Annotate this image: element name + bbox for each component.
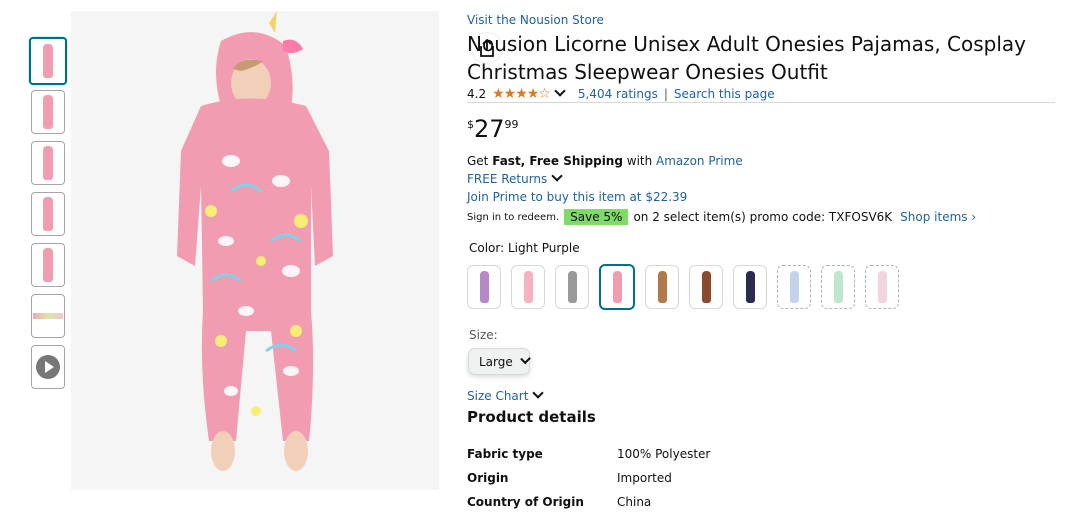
details-value: Imported — [617, 471, 672, 485]
details-key: Fabric type — [467, 447, 543, 461]
thumbnail-image — [43, 197, 53, 231]
details-row: Country of Origin China — [467, 490, 710, 514]
chevron-down-icon — [519, 353, 531, 364]
thumbnail-image — [43, 146, 53, 180]
thumbnail-image — [43, 44, 53, 78]
swatch-image — [745, 271, 755, 303]
thumbnail-image — [33, 313, 63, 319]
thumbnail-image — [43, 95, 53, 129]
join-prime: Join Prime to buy this item at $22.39 — [467, 190, 687, 204]
swatch-purple-stripe[interactable] — [467, 265, 501, 309]
size-dropdown[interactable]: Large — [468, 348, 531, 375]
chevron-down-icon[interactable] — [551, 170, 563, 182]
swatch-pink-unicorn-light[interactable] — [511, 265, 545, 309]
details-key: Origin — [467, 471, 509, 485]
chevron-down-icon[interactable] — [554, 85, 566, 97]
swatch-image — [523, 271, 533, 303]
unicorn-onesie-photo — [177, 11, 333, 471]
search-page-link[interactable]: Search this page — [674, 87, 775, 101]
promo-text: on 2 select item(s) promo code: TXFOSV6K — [633, 210, 893, 224]
swatch-image — [789, 271, 799, 303]
thumbnail-1[interactable] — [29, 37, 67, 85]
play-icon — [36, 355, 60, 379]
thumbnail-image — [43, 248, 53, 282]
swatch-image — [567, 271, 577, 303]
price-fraction: 99 — [504, 118, 519, 131]
swatch-brown-bear[interactable] — [689, 265, 723, 309]
swatch-brown-giraffe[interactable] — [645, 265, 679, 309]
details-value: China — [617, 495, 652, 509]
free-returns-link[interactable]: FREE Returns — [467, 172, 547, 186]
thumbnail-strip — [29, 37, 69, 396]
details-value: 100% Polyester — [617, 447, 711, 461]
ratings-count-link[interactable]: 5,404 ratings — [578, 87, 658, 101]
size-chart[interactable]: Size Chart — [467, 387, 545, 403]
shipping-middle: with — [622, 154, 657, 168]
details-row: Origin Imported — [467, 466, 710, 490]
product-details-table: Fabric type 100% Polyester Origin Import… — [467, 442, 710, 514]
shipping-bold: Fast, Free Shipping — [492, 154, 623, 168]
swatch-image — [833, 271, 843, 303]
promo-row: Sign in to redeem. Save 5% on 2 select i… — [467, 209, 976, 225]
price-whole: 27 — [474, 115, 505, 143]
swatch-image — [877, 271, 887, 303]
product-details-title: Product details — [467, 408, 596, 426]
store-link[interactable]: Visit the Nousion Store — [467, 13, 604, 27]
color-selected: Light Purple — [507, 241, 580, 255]
thumbnail-3[interactable] — [31, 141, 65, 185]
main-product-image[interactable] — [71, 11, 502, 490]
size-chart-link[interactable]: Size Chart — [467, 389, 528, 403]
shipping-prefix: Get — [467, 154, 493, 168]
rating-value: 4.2 — [467, 87, 487, 101]
chevron-down-icon[interactable] — [532, 387, 545, 399]
swatch-image — [657, 271, 667, 303]
join-prime-link[interactable]: Join Prime to buy this item at $22.39 — [467, 190, 687, 204]
size-selected: Large — [479, 354, 513, 369]
swatch-pink-light[interactable] — [865, 265, 899, 309]
swatch-image — [701, 271, 711, 303]
save-badge: Save 5% — [564, 209, 629, 225]
thumbnail-2[interactable] — [31, 90, 65, 134]
price-currency: $ — [467, 118, 474, 131]
thumbnail-6[interactable] — [31, 294, 65, 338]
shipping-line: Get Fast, Free Shipping with Amazon Prim… — [467, 154, 743, 168]
separator: | — [663, 87, 668, 101]
swatch-blue-light[interactable] — [777, 265, 811, 309]
divider — [467, 102, 1055, 103]
color-label-prefix: Color: — [469, 241, 508, 255]
star-rating-icon[interactable]: ★★★★☆ — [492, 86, 551, 102]
rating-row: 4.2 ★★★★☆ 5,404 ratings | Search this pa… — [467, 85, 775, 102]
product-title: Nousion Licorne Unisex Adult Onesies Paj… — [467, 32, 1027, 84]
color-swatches — [467, 264, 909, 310]
price: $2799 — [467, 114, 519, 149]
swatch-grey-panda[interactable] — [555, 265, 589, 309]
details-key: Country of Origin — [467, 495, 584, 509]
amazon-prime-link[interactable]: Amazon Prime — [656, 154, 743, 168]
thumbnail-4[interactable] — [31, 192, 65, 236]
swatch-navy-print[interactable] — [733, 265, 767, 309]
details-row: Fabric type 100% Polyester — [467, 442, 710, 466]
swatch-image — [479, 271, 489, 303]
free-returns[interactable]: FREE Returns — [467, 170, 563, 186]
promo-signin: Sign in to redeem. — [467, 211, 560, 223]
thumbnail-video[interactable] — [31, 345, 65, 389]
swatch-green-light[interactable] — [821, 265, 855, 309]
swatch-pink-unicorn[interactable] — [599, 264, 635, 310]
thumbnail-5[interactable] — [31, 243, 65, 287]
size-label: Size: — [469, 328, 498, 342]
color-label: Color: Light Purple — [469, 241, 580, 255]
swatch-image — [612, 271, 622, 303]
shop-items-link[interactable]: Shop items › — [900, 210, 976, 224]
